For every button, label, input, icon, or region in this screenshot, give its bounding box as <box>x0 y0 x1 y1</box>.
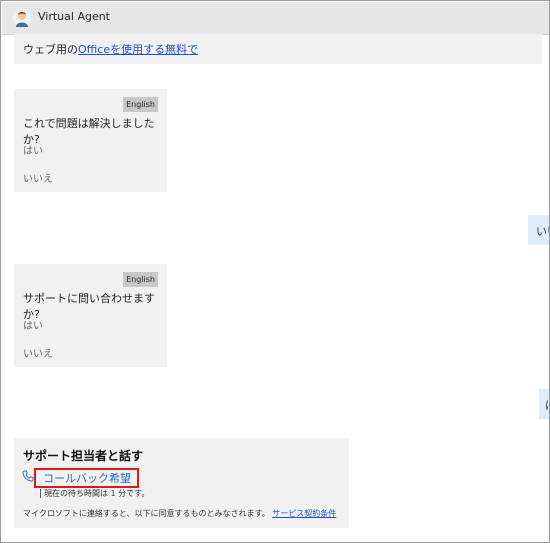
user-message-2: は <box>539 389 549 419</box>
terms-line: マイクロソフトに連絡すると、以下に同意するものとみなされます。 サービス契約条件 <box>23 508 336 519</box>
phone-icon <box>22 470 34 482</box>
option-yes[interactable]: はい <box>23 317 43 332</box>
support-card: サポート担当者と話す コールバック希望 現在の待ち時間は 1 分です。 マイクロ… <box>14 438 349 528</box>
user-message-text: は <box>545 397 549 413</box>
user-message-1: いい <box>528 215 549 245</box>
terms-text: マイクロソフトに連絡すると、以下に同意するものとみなされます。 <box>23 509 270 518</box>
option-yes[interactable]: はい <box>23 142 43 157</box>
question-text: サポートに問い合わせますか? <box>23 292 155 321</box>
bot-question-card-resolved: English これで問題は解決しましたか? はい いいえ <box>14 89 167 192</box>
chat-window: Virtual Agent ウェブ用のOfficeを使用する無料で Englis… <box>0 0 550 543</box>
office-free-link[interactable]: Officeを使用する無料で <box>78 43 198 56</box>
bot-message-office: ウェブ用のOfficeを使用する無料で <box>14 34 542 64</box>
question-text: これで問題は解決しましたか? <box>23 117 155 146</box>
office-line-prefix: ウェブ用の <box>23 43 78 56</box>
agent-avatar-icon <box>13 9 31 27</box>
option-no[interactable]: いいえ <box>23 345 53 360</box>
bot-question-card-contact: English サポートに問い合わせますか? はい いいえ <box>14 264 167 367</box>
english-toggle-button[interactable]: English <box>123 97 158 112</box>
header-title: Virtual Agent <box>38 10 110 23</box>
user-message-text: いい <box>536 225 549 238</box>
support-title: サポート担当者と話す <box>23 449 144 463</box>
header-bar: Virtual Agent <box>2 2 549 35</box>
option-no[interactable]: いいえ <box>23 170 53 185</box>
english-toggle-button[interactable]: English <box>123 272 158 287</box>
service-terms-link[interactable]: サービス契約条件 <box>272 509 336 518</box>
wait-time-text: 現在の待ち時間は 1 分です。 <box>40 489 149 498</box>
callback-request-button[interactable]: コールバック希望 <box>34 468 139 488</box>
